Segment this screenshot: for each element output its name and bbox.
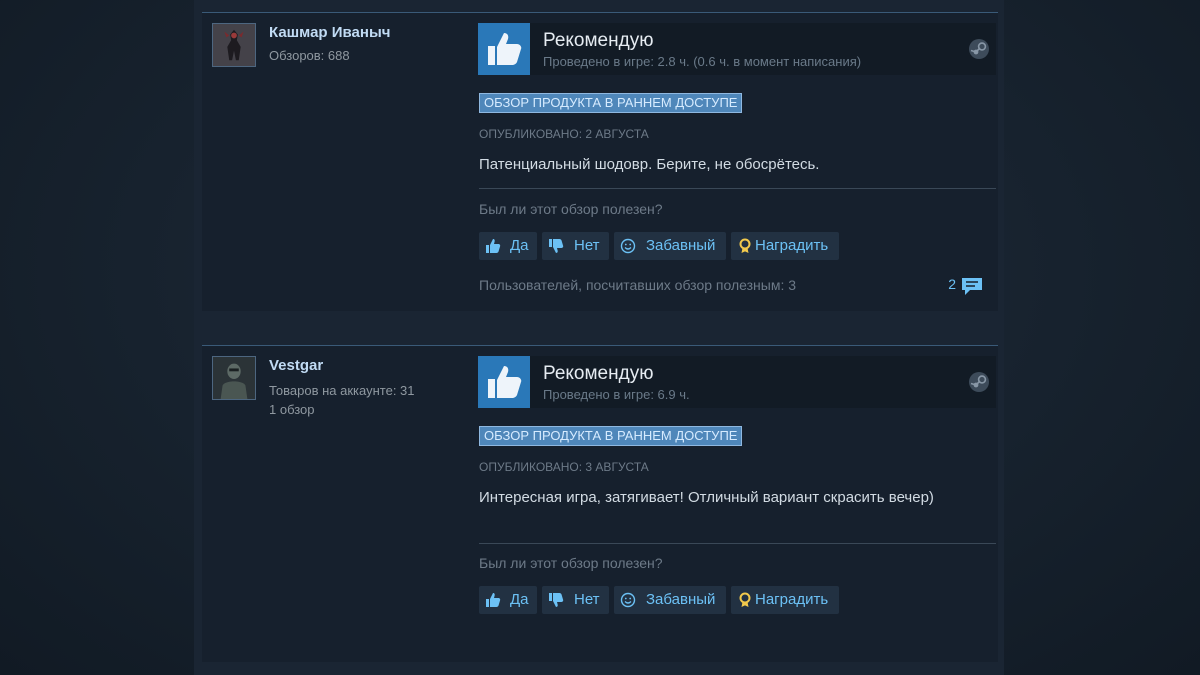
thumbs-up-icon — [488, 33, 522, 65]
avatar-icon — [213, 24, 255, 66]
divider — [479, 543, 996, 544]
comments-link[interactable]: 2 — [934, 276, 984, 296]
thumbs-up-tile — [478, 356, 530, 408]
author-avatar[interactable] — [212, 356, 256, 400]
thumbs-up-icon — [486, 593, 501, 607]
vote-funny-button[interactable]: Забавный — [614, 232, 726, 260]
steam-icon — [969, 372, 989, 392]
award-button[interactable]: Наградить — [731, 586, 839, 614]
comments-count: 2 — [948, 276, 956, 292]
thumbs-down-icon — [549, 593, 564, 607]
vote-yes-button[interactable]: Да — [479, 586, 537, 614]
smiley-icon — [620, 592, 636, 608]
early-access-badge: ОБЗОР ПРОДУКТА В РАННЕМ ДОСТУПЕ — [479, 93, 743, 113]
recommendation-header: Рекомендую Проведено в игре: 2.8 ч. (0.6… — [478, 23, 996, 75]
comment-bubble-icon — [962, 278, 982, 295]
award-label: Наградить — [755, 591, 829, 608]
thumbs-up-tile — [478, 23, 530, 75]
vote-funny-button[interactable]: Забавный — [614, 586, 726, 614]
thumbs-down-icon — [549, 239, 564, 253]
award-icon — [739, 238, 751, 253]
avatar-icon — [213, 357, 255, 399]
helpful-question: Был ли этот обзор полезен? — [479, 201, 663, 217]
recommendation-title[interactable]: Рекомендую — [543, 30, 653, 52]
vote-no-label: Нет — [574, 591, 600, 608]
posted-date: ОПУБЛИКОВАНО: 2 АВГУСТА — [479, 127, 649, 141]
playtime: Проведено в игре: 6.9 ч. — [543, 387, 690, 402]
review-text: Интересная игра, затягивает! Отличный ва… — [479, 489, 934, 506]
vote-yes-label: Да — [510, 237, 529, 254]
early-access-badge: ОБЗОР ПРОДУКТА В РАННЕМ ДОСТУПЕ — [479, 426, 743, 446]
author-review-count[interactable]: Обзоров: 688 — [269, 48, 350, 63]
helpful-count: Пользователей, посчитавших обзор полезны… — [479, 277, 797, 293]
author-avatar[interactable] — [212, 23, 256, 67]
vote-no-button[interactable]: Нет — [542, 586, 609, 614]
vote-yes-button[interactable]: Да — [479, 232, 537, 260]
thumbs-up-icon — [488, 366, 522, 398]
posted-date: ОПУБЛИКОВАНО: 3 АВГУСТА — [479, 460, 649, 474]
author-name[interactable]: Кашмар Иваныч — [269, 24, 390, 41]
review-card: Vestgar Товаров на аккаунте: 31 1 обзор … — [202, 345, 998, 662]
author-name[interactable]: Vestgar — [269, 357, 323, 374]
helpful-question: Был ли этот обзор полезен? — [479, 555, 663, 571]
vote-yes-label: Да — [510, 591, 529, 608]
vote-funny-label: Забавный — [646, 237, 716, 254]
author-review-count[interactable]: 1 обзор — [269, 402, 315, 417]
recommendation-header: Рекомендую Проведено в игре: 6.9 ч. — [478, 356, 996, 408]
award-label: Наградить — [755, 237, 829, 254]
steam-icon — [969, 39, 989, 59]
playtime: Проведено в игре: 2.8 ч. (0.6 ч. в момен… — [543, 54, 862, 69]
divider — [479, 188, 996, 189]
vote-no-label: Нет — [574, 237, 600, 254]
review-text: Патенциальный шодовр. Берите, не обосрёт… — [479, 156, 820, 173]
vote-funny-label: Забавный — [646, 591, 716, 608]
review-card: Кашмар Иваныч Обзоров: 688 Рекомендую Пр… — [202, 12, 998, 311]
smiley-icon — [620, 238, 636, 254]
author-products-count[interactable]: Товаров на аккаунте: 31 — [269, 383, 415, 398]
vote-no-button[interactable]: Нет — [542, 232, 609, 260]
award-icon — [739, 592, 751, 607]
award-button[interactable]: Наградить — [731, 232, 839, 260]
recommendation-title[interactable]: Рекомендую — [543, 363, 653, 385]
thumbs-up-icon — [486, 239, 501, 253]
